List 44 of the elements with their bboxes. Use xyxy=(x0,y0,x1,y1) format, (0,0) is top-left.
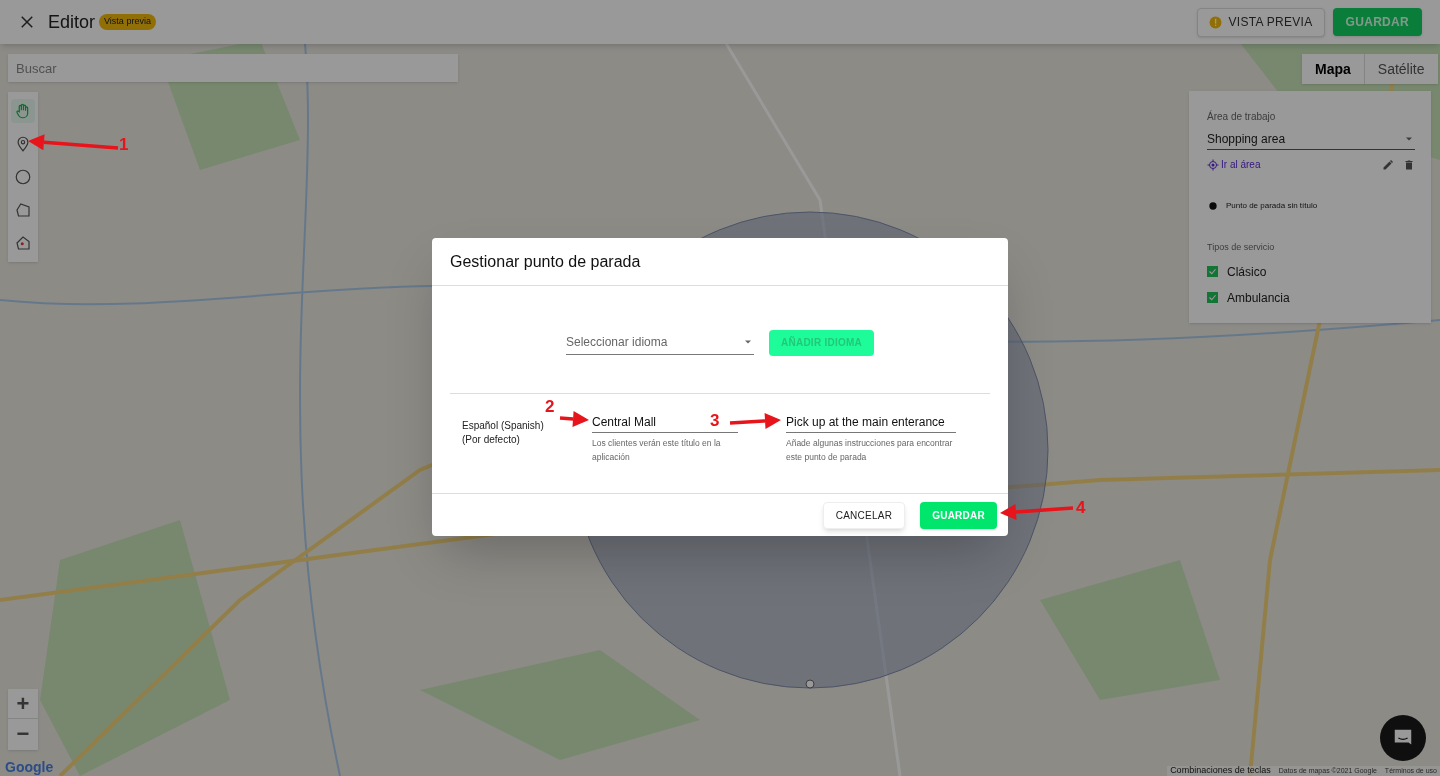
stop-dot-icon xyxy=(1209,202,1217,210)
annotation-number: 3 xyxy=(710,412,720,429)
zoom-in-button[interactable]: + xyxy=(8,689,38,719)
checkbox-label: Ambulancia xyxy=(1227,289,1290,307)
circle-icon xyxy=(14,167,32,186)
map-type-tab[interactable]: Satélite xyxy=(1363,54,1438,84)
language-select[interactable]: Seleccionar idioma xyxy=(566,330,754,355)
annotation-number: 2 xyxy=(545,398,555,415)
preview-badge: Vista previa xyxy=(99,14,156,30)
hand-tool[interactable] xyxy=(11,98,35,123)
language-name: Español (Spanish) (Por defecto) xyxy=(462,419,545,447)
target-icon xyxy=(1207,158,1219,171)
app-title: Editor xyxy=(48,10,96,34)
search-field[interactable]: Buscar xyxy=(8,54,458,82)
annotation-arrow xyxy=(729,412,781,429)
polygon-icon xyxy=(14,201,32,220)
text-field[interactable]: Pick up at the main enterance xyxy=(786,412,956,433)
checkbox-label: Clásico xyxy=(1227,263,1267,281)
edit-icon[interactable] xyxy=(1382,158,1394,171)
field-label: Área de trabajo xyxy=(1207,109,1277,124)
checkbox[interactable] xyxy=(1207,266,1218,277)
annotation-number: 4 xyxy=(1076,499,1086,516)
check-icon xyxy=(1208,267,1217,276)
map-type-tab[interactable]: Mapa xyxy=(1302,54,1364,84)
warning-icon xyxy=(1209,15,1223,29)
annotation-number: 1 xyxy=(119,136,129,153)
check-icon xyxy=(1208,293,1217,302)
checkbox[interactable] xyxy=(1207,292,1218,303)
helper-text: Los clientes verán este título en la aplicación xyxy=(592,437,722,464)
stop-name: Punto de parada sin título xyxy=(1226,200,1318,212)
section-label: Tipos de servicio xyxy=(1207,241,1276,254)
zoom-out-button[interactable]: − xyxy=(8,719,38,749)
cancel-button[interactable]: CANCELAR xyxy=(822,501,906,529)
polygon-pin-icon xyxy=(14,234,32,253)
delete-icon[interactable] xyxy=(1403,158,1415,171)
go-to-area-link[interactable]: Ir al área xyxy=(1207,157,1261,172)
dialog-title: Gestionar punto de parada xyxy=(450,251,641,272)
close-icon[interactable] xyxy=(18,13,36,31)
preview-button[interactable]: VISTA PREVIA xyxy=(1197,7,1325,37)
area-select[interactable]: Shopping area xyxy=(1207,128,1415,150)
helper-text: Añade algunas instrucciones para encontrar este punto de parada xyxy=(786,437,954,464)
map-logo: Google xyxy=(5,758,54,776)
shortcuts-link[interactable]: Combinaciones de teclas xyxy=(1170,764,1271,776)
annotation-arrow xyxy=(559,410,589,427)
